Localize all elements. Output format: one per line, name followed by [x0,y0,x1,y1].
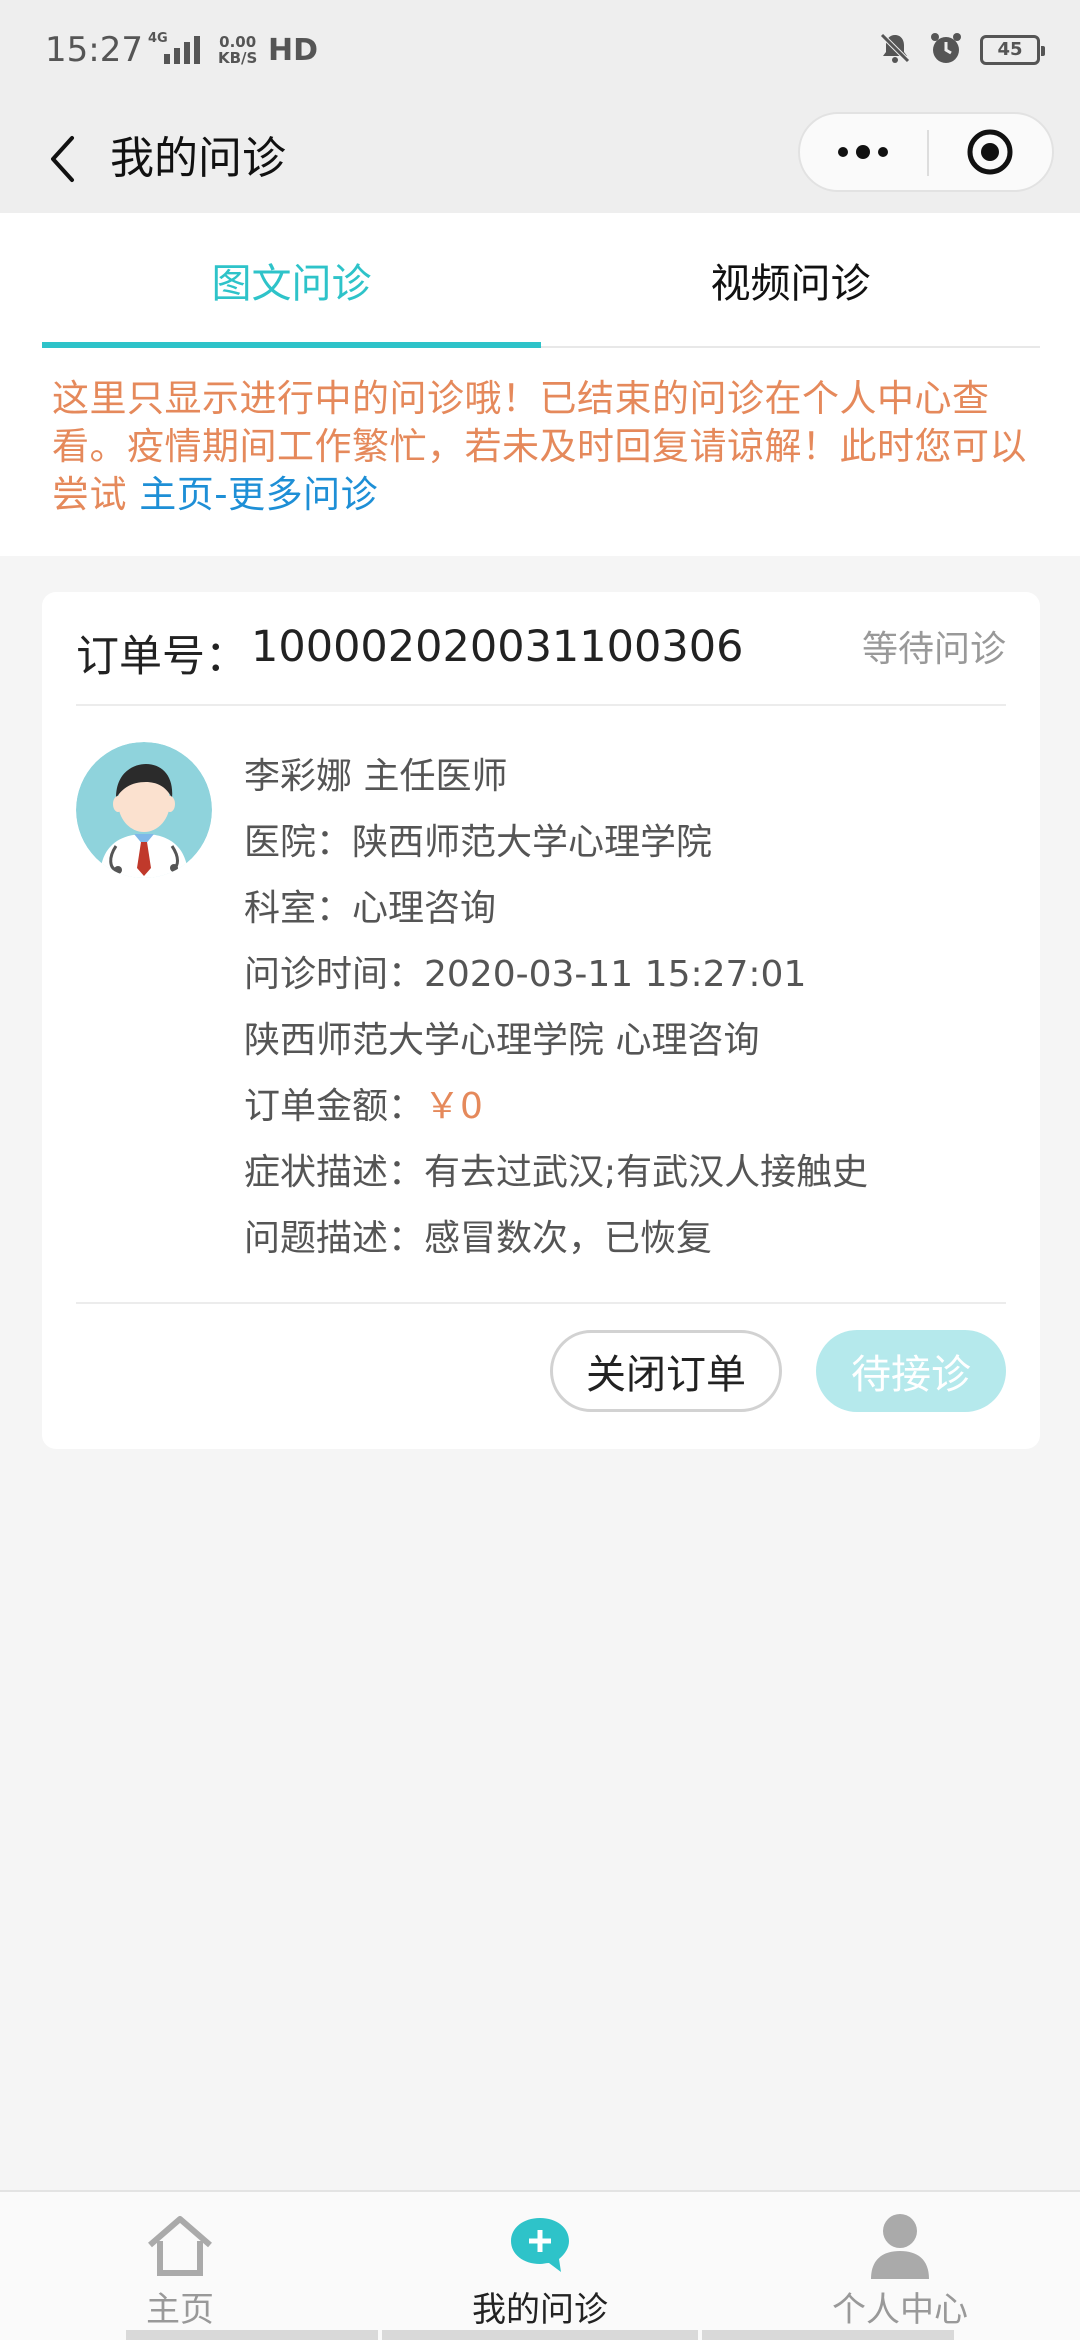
tab-video-consult[interactable]: 视频问诊 [541,213,1040,346]
tabbar-item-profile[interactable]: 个人中心 [800,2192,1000,2340]
tabbar-label-profile: 个人中心 [832,2290,968,2330]
tabbar-label-my-consult: 我的问诊 [472,2290,608,2330]
tabs-area: 图文问诊 视频问诊 这里只显示进行中的问诊哦！已结束的问诊在个人中心查看。疫情期… [0,213,1080,556]
chat-plus-icon [507,2210,573,2280]
order-number-label: 订单号： [76,632,248,682]
mini-program-capsule [798,112,1054,192]
network-speed: 0.00 KB/S [218,33,258,67]
more-dot-icon [838,147,849,157]
chevron-left-icon [51,136,74,182]
more-dot-icon [878,147,889,157]
order-status: 等待问诊 [861,629,1006,670]
order-number: 100002020031100306 [251,622,744,672]
order-price: ￥0 [424,1086,483,1127]
consult-tabs: 图文问诊 视频问诊 [42,213,1040,348]
hospital: 医院：陕西师范大学心理学院 [244,822,713,863]
nav-bar: 我的问诊 [0,110,1080,213]
tabbar-item-my-consult[interactable]: 我的问诊 [440,2192,640,2340]
person-icon [867,2210,933,2280]
gesture-indicator [702,2330,954,2340]
close-miniprogram-button[interactable] [929,114,1052,190]
mute-icon [878,31,912,69]
order-amount: 订单金额：￥0 [244,1086,483,1127]
problem-description: 问题描述：感冒数次，已恢复 [244,1218,713,1259]
target-circle-icon [967,129,1013,175]
gesture-indicator [126,2330,378,2340]
status-time: 15:27 [45,30,143,70]
doctor-avatar [76,742,212,878]
doctor-name-title: 李彩娜 主任医师 [244,756,508,797]
close-order-button[interactable]: 关闭订单 [550,1330,782,1412]
network-type: 4G [148,31,168,46]
tab-text-consult[interactable]: 图文问诊 [42,213,541,348]
symptom-description: 症状描述：有去过武汉;有武汉人接触史 [244,1152,869,1193]
status-icons: 45 [878,30,1045,70]
more-consult-link[interactable]: 主页-更多问诊 [139,473,378,516]
awaiting-consult-button[interactable]: 待接诊 [816,1330,1006,1412]
battery-icon: 45 [980,35,1045,65]
hd-indicator: HD [268,33,319,68]
consult-time: 问诊时间：2020-03-11 15:27:01 [244,954,807,995]
hospital-department: 陕西师范大学心理学院 心理咨询 [244,1020,760,1061]
page-title: 我的问诊 [110,133,286,184]
order-header: 订单号： 100002020031100306 等待问诊 [76,592,1006,706]
card-divider [76,1302,1006,1304]
status-bar: 15:27 4G 0.00 KB/S HD 45 [0,0,1080,110]
notice-text: 这里只显示进行中的问诊哦！已结束的问诊在个人中心查看。疫情期间工作繁忙，若未及时… [52,375,1042,519]
signal-icon: 4G [148,31,200,64]
tabbar-item-home[interactable]: 主页 [80,2192,280,2340]
alarm-icon [928,30,964,70]
more-dot-icon [856,145,871,159]
back-button[interactable] [32,124,92,194]
bottom-tab-bar: 主页 我的问诊 个人中心 [0,2190,1080,2340]
more-button[interactable] [800,114,927,190]
order-details: 李彩娜 主任医师 医院：陕西师范大学心理学院 科室：心理咨询 问诊时间：2020… [244,744,1004,1272]
home-icon [144,2210,216,2280]
department: 科室：心理咨询 [244,888,497,929]
gesture-indicator [382,2330,698,2340]
order-card[interactable]: 订单号： 100002020031100306 等待问诊 李彩娜 主任医师 医院… [42,592,1040,1449]
tabbar-label-home: 主页 [146,2290,214,2330]
